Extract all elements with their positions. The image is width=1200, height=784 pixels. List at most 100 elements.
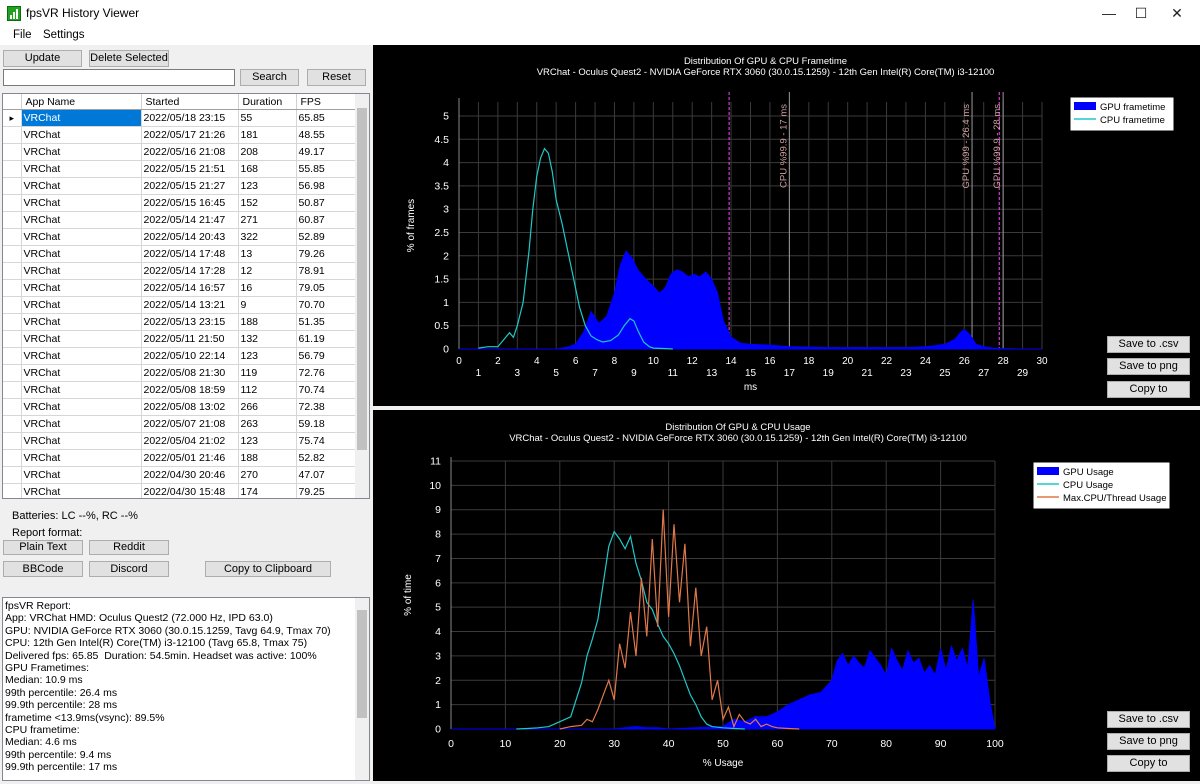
table-row[interactable]: VRChat 2022/05/14 17:28 12 78.91: [3, 262, 356, 280]
cell-app-name[interactable]: VRChat: [21, 483, 142, 498]
cell-app-name[interactable]: VRChat: [21, 194, 142, 212]
frametime-save-png-button[interactable]: Save to png: [1107, 358, 1190, 375]
cell-app-name[interactable]: VRChat: [21, 262, 142, 280]
cell-started[interactable]: 2022/05/11 21:50: [141, 330, 239, 348]
cell-fps[interactable]: 60.87: [296, 211, 356, 229]
copy-to-clipboard-button[interactable]: Copy to Clipboard: [205, 561, 331, 577]
cell-fps[interactable]: 61.19: [296, 330, 356, 348]
report-scrollbar-thumb[interactable]: [357, 610, 367, 718]
table-row[interactable]: VRChat 2022/05/13 23:15 188 51.35: [3, 313, 356, 331]
close-button[interactable]: ✕: [1154, 0, 1200, 27]
cell-duration[interactable]: 181: [238, 126, 297, 144]
cell-duration[interactable]: 132: [238, 330, 297, 348]
table-row[interactable]: VRChat 2022/05/14 13:21 9 70.70: [3, 296, 356, 314]
cell-fps[interactable]: 72.38: [296, 398, 356, 416]
table-row[interactable]: ▸ VRChat 2022/05/18 23:15 55 65.85: [3, 109, 356, 127]
usage-copy-to-button[interactable]: Copy to: [1107, 755, 1190, 772]
search-input[interactable]: [3, 69, 235, 86]
cell-fps[interactable]: 79.05: [296, 279, 356, 297]
reset-button[interactable]: Reset: [307, 69, 366, 86]
cell-app-name[interactable]: VRChat: [21, 160, 142, 178]
cell-fps[interactable]: 50.87: [296, 194, 356, 212]
row-header[interactable]: [3, 296, 22, 314]
usage-save-csv-button[interactable]: Save to .csv: [1107, 711, 1190, 728]
row-header[interactable]: ▸: [3, 109, 22, 127]
row-header[interactable]: [3, 245, 22, 263]
cell-app-name[interactable]: VRChat: [21, 245, 142, 263]
table-scrollbar[interactable]: [355, 94, 369, 498]
cell-duration[interactable]: 208: [238, 143, 297, 161]
cell-app-name[interactable]: VRChat: [21, 432, 142, 450]
cell-app-name[interactable]: VRChat: [21, 449, 142, 467]
column-header-duration[interactable]: Duration: [238, 94, 297, 110]
cell-fps[interactable]: 72.76: [296, 364, 356, 382]
cell-started[interactable]: 2022/05/14 17:28: [141, 262, 239, 280]
cell-duration[interactable]: 12: [238, 262, 297, 280]
column-header-fps[interactable]: FPS: [296, 94, 356, 110]
frametime-copy-to-button[interactable]: Copy to: [1107, 381, 1190, 398]
cell-duration[interactable]: 174: [238, 483, 297, 498]
cell-fps[interactable]: 49.17: [296, 143, 356, 161]
row-header[interactable]: [3, 143, 22, 161]
table-row[interactable]: VRChat 2022/04/30 20:46 270 47.07: [3, 466, 356, 484]
cell-app-name[interactable]: VRChat: [21, 466, 142, 484]
row-header[interactable]: [3, 415, 22, 433]
cell-fps[interactable]: 70.70: [296, 296, 356, 314]
row-header[interactable]: [3, 466, 22, 484]
cell-started[interactable]: 2022/05/04 21:02: [141, 432, 239, 450]
cell-fps[interactable]: 51.35: [296, 313, 356, 331]
cell-duration[interactable]: 266: [238, 398, 297, 416]
cell-duration[interactable]: 263: [238, 415, 297, 433]
cell-fps[interactable]: 52.89: [296, 228, 356, 246]
usage-save-png-button[interactable]: Save to png: [1107, 733, 1190, 750]
row-header[interactable]: [3, 228, 22, 246]
cell-duration[interactable]: 119: [238, 364, 297, 382]
row-header[interactable]: [3, 398, 22, 416]
cell-fps[interactable]: 47.07: [296, 466, 356, 484]
cell-started[interactable]: 2022/05/10 22:14: [141, 347, 239, 365]
cell-duration[interactable]: 188: [238, 449, 297, 467]
cell-started[interactable]: 2022/05/15 21:51: [141, 160, 239, 178]
row-header[interactable]: [3, 177, 22, 195]
discord-button[interactable]: Discord: [89, 561, 169, 577]
row-header[interactable]: [3, 381, 22, 399]
cell-started[interactable]: 2022/04/30 15:48: [141, 483, 239, 498]
row-header[interactable]: [3, 279, 22, 297]
cell-duration[interactable]: 270: [238, 466, 297, 484]
cell-fps[interactable]: 75.74: [296, 432, 356, 450]
table-row[interactable]: VRChat 2022/04/30 15:48 174 79.25: [3, 483, 356, 498]
cell-duration[interactable]: 55: [238, 109, 297, 127]
cell-app-name[interactable]: VRChat: [21, 211, 142, 229]
cell-duration[interactable]: 188: [238, 313, 297, 331]
cell-duration[interactable]: 9: [238, 296, 297, 314]
cell-app-name[interactable]: VRChat: [21, 398, 142, 416]
table-row[interactable]: VRChat 2022/05/14 17:48 13 79.26: [3, 245, 356, 263]
table-row[interactable]: VRChat 2022/05/08 13:02 266 72.38: [3, 398, 356, 416]
reddit-button[interactable]: Reddit: [89, 540, 169, 555]
cell-started[interactable]: 2022/05/17 21:26: [141, 126, 239, 144]
table-row[interactable]: VRChat 2022/05/11 21:50 132 61.19: [3, 330, 356, 348]
cell-duration[interactable]: 271: [238, 211, 297, 229]
cell-fps[interactable]: 55.85: [296, 160, 356, 178]
row-header[interactable]: [3, 160, 22, 178]
cell-app-name[interactable]: VRChat: [21, 330, 142, 348]
cell-started[interactable]: 2022/05/08 18:59: [141, 381, 239, 399]
cell-app-name[interactable]: VRChat: [21, 126, 142, 144]
table-row[interactable]: VRChat 2022/05/14 16:57 16 79.05: [3, 279, 356, 297]
row-header[interactable]: [3, 432, 22, 450]
row-header[interactable]: [3, 211, 22, 229]
row-header[interactable]: [3, 449, 22, 467]
cell-fps[interactable]: 48.55: [296, 126, 356, 144]
row-header[interactable]: [3, 126, 22, 144]
table-row[interactable]: VRChat 2022/05/04 21:02 123 75.74: [3, 432, 356, 450]
cell-started[interactable]: 2022/05/14 17:48: [141, 245, 239, 263]
frametime-save-csv-button[interactable]: Save to .csv: [1107, 336, 1190, 353]
cell-started[interactable]: 2022/05/15 16:45: [141, 194, 239, 212]
plain-text-button[interactable]: Plain Text: [3, 540, 83, 555]
cell-duration[interactable]: 168: [238, 160, 297, 178]
table-row[interactable]: VRChat 2022/05/10 22:14 123 56.79: [3, 347, 356, 365]
cell-app-name[interactable]: VRChat: [21, 381, 142, 399]
cell-duration[interactable]: 152: [238, 194, 297, 212]
table-row[interactable]: VRChat 2022/05/15 21:51 168 55.85: [3, 160, 356, 178]
cell-started[interactable]: 2022/05/01 21:46: [141, 449, 239, 467]
